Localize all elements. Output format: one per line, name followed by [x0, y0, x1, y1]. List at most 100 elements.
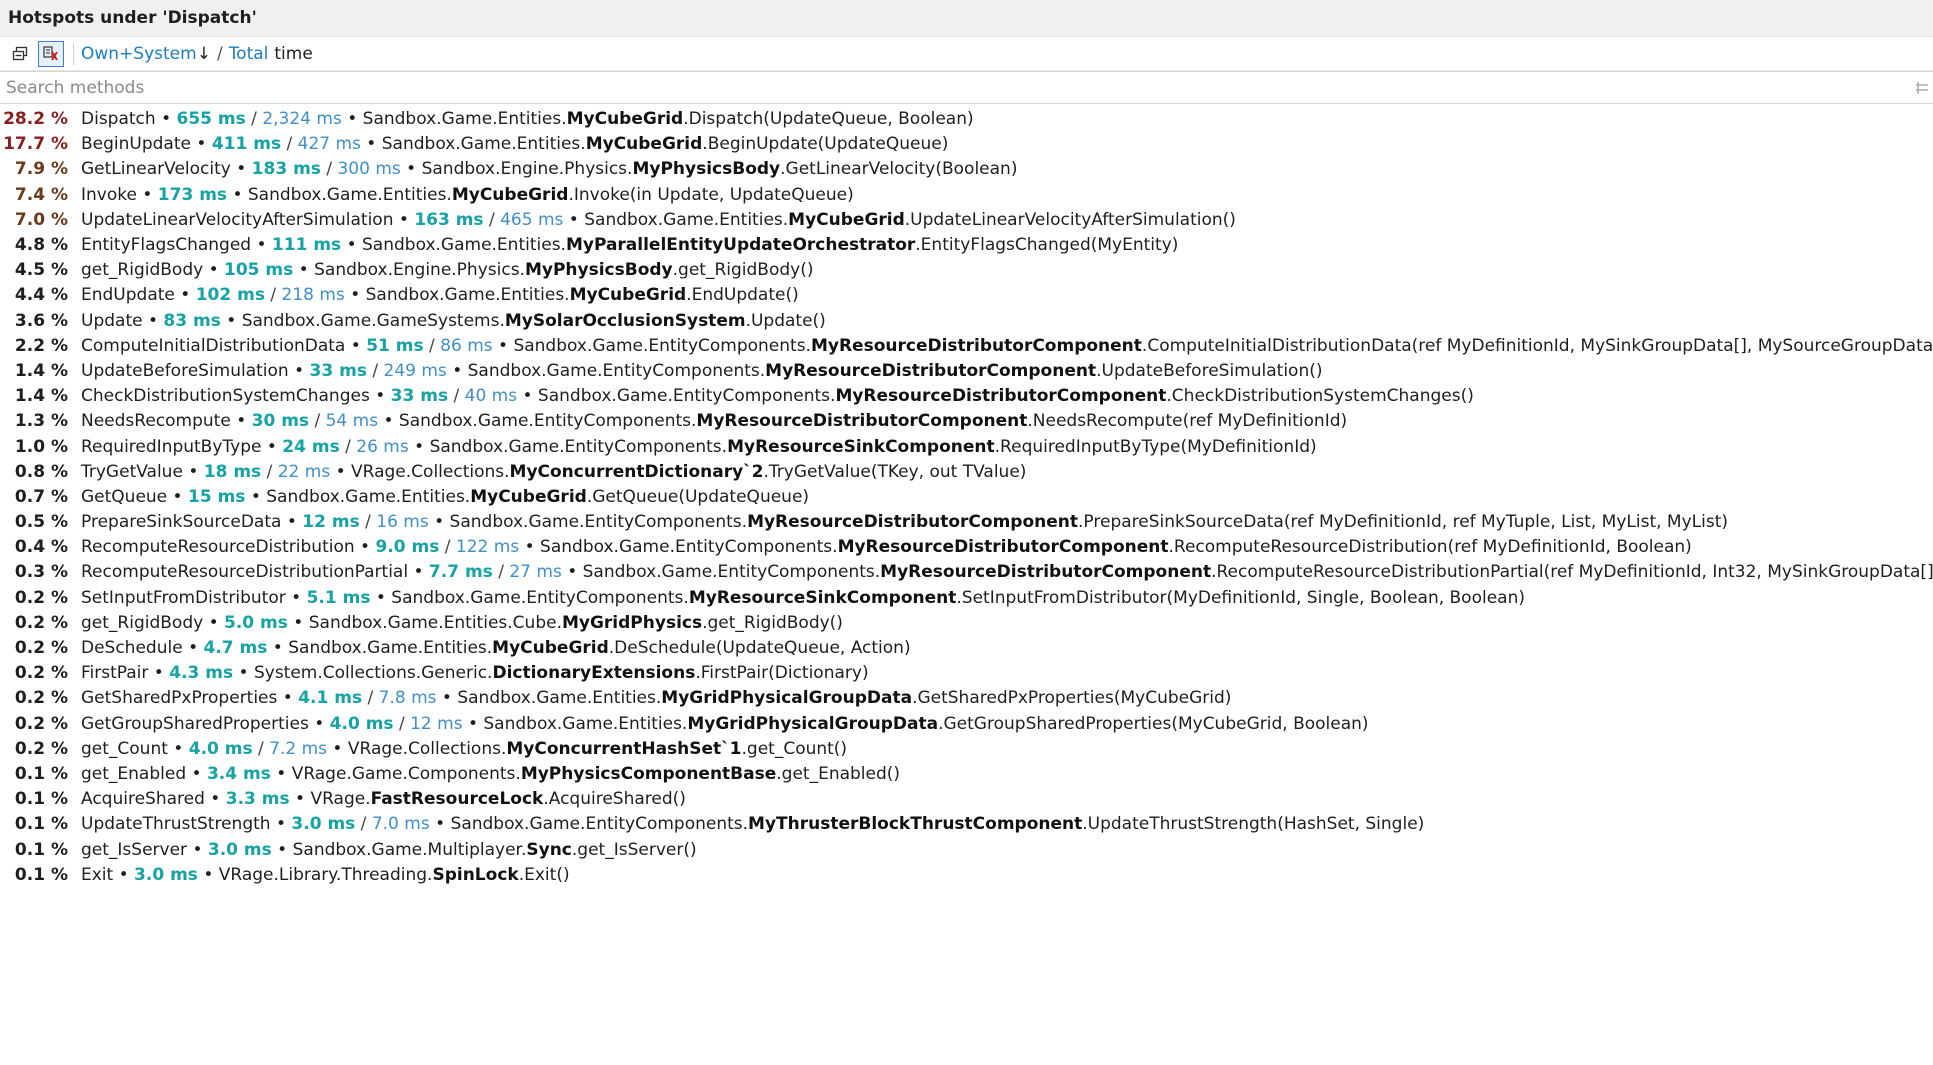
hotspot-row[interactable]: 7.0 % UpdateLinearVelocityAfterSimulation…: [0, 208, 1933, 233]
total-time: 7.2 ms: [269, 738, 328, 759]
sort-own-system-link[interactable]: Own+System↓: [81, 44, 211, 64]
hotspot-row[interactable]: 1.3 % NeedsRecompute • 30 ms / 54 ms • Sa…: [0, 409, 1933, 434]
method-signature: .UpdateThrustStrength(HashSet, Single): [1082, 814, 1425, 835]
percent-value: 0.1 %: [14, 839, 68, 860]
own-time: 102 ms: [195, 285, 265, 306]
percent-value: 17.7 %: [3, 134, 68, 155]
method-signature: .FirstPair(Dictionary): [695, 663, 869, 684]
method-signature: .EndUpdate(): [686, 285, 799, 306]
bullet-separator: •: [378, 411, 399, 432]
method-name: Invoke: [81, 184, 137, 205]
total-time: 22 ms: [277, 461, 331, 482]
percent-value: 0.2 %: [14, 713, 68, 734]
method-signature: .GetGroupSharedProperties(MyCubeGrid, Bo…: [938, 713, 1369, 734]
hotspot-row[interactable]: 0.2 % DeSchedule • 4.7 ms • Sandbox.Game.…: [0, 636, 1933, 661]
toolbar: Own+System↓ / Total time: [0, 37, 1933, 71]
percent-value: 0.2 %: [14, 688, 68, 709]
hotspot-row[interactable]: 0.3 % RecomputeResourceDistributionPartia…: [0, 560, 1933, 585]
total-time: 249 ms: [383, 360, 447, 381]
method-name: PrepareSinkSourceData: [81, 512, 282, 533]
own-time: 3.0 ms: [134, 864, 198, 885]
hotspot-row[interactable]: 0.1 % Exit • 3.0 ms • VRage.Library.Threa…: [0, 863, 1933, 888]
percent-value: 1.3 %: [14, 411, 68, 432]
class-name: MyThrusterBlockThrustComponent: [748, 814, 1083, 835]
search-bar: [0, 71, 1933, 104]
filter-system-icon: [43, 45, 58, 61]
bullet-separator: •: [203, 612, 225, 633]
hotspot-row[interactable]: 2.2 % ComputeInitialDistributionData • 51…: [0, 334, 1933, 359]
time-slash: /: [355, 814, 372, 835]
hotspot-row[interactable]: 4.5 % get_RigidBody • 105 ms • Sandbox.En…: [0, 258, 1933, 283]
class-name: MyPhysicsBody: [524, 260, 673, 281]
hotspot-row[interactable]: 4.8 % EntityFlagsChanged • 111 ms • Sandb…: [0, 233, 1933, 258]
method-name: GetLinearVelocity: [81, 159, 231, 180]
method-name: Exit: [81, 864, 114, 885]
bullet-separator: •: [400, 159, 422, 180]
hotspot-row[interactable]: 1.4 % UpdateBeforeSimulation • 33 ms / 24…: [0, 359, 1933, 384]
hotspot-row[interactable]: 4.4 % EndUpdate • 102 ms / 218 ms • Sandb…: [0, 283, 1933, 308]
namespace: Sandbox.Game.Entities.: [288, 638, 493, 659]
bullet-separator: •: [341, 235, 363, 256]
class-name: MyCubeGrid: [566, 109, 684, 130]
method-signature: .TryGetValue(TKey, out TValue): [763, 461, 1027, 482]
class-name: MyResourceDistributorComponent: [835, 386, 1167, 407]
method-signature: .RecomputeResourceDistributionPartial(re…: [1211, 562, 1933, 583]
time-slash: /: [359, 512, 377, 533]
method-info: DeSchedule • 4.7 ms • Sandbox.Game.Entit…: [81, 636, 1933, 661]
hotspot-row[interactable]: 0.1 % UpdateThrustStrength • 3.0 ms / 7.0…: [0, 812, 1933, 837]
hotspot-row[interactable]: 0.1 % get_IsServer • 3.0 ms • Sandbox.Gam…: [0, 837, 1933, 862]
sort-total-link[interactable]: Total: [229, 44, 269, 64]
hotspot-row[interactable]: 1.0 % RequiredInputByType • 24 ms / 26 ms…: [0, 434, 1933, 459]
own-time: 163 ms: [414, 209, 484, 230]
percent-value: 0.2 %: [14, 738, 68, 759]
namespace: Sandbox.Game.Entities.: [362, 235, 566, 256]
hotspot-row[interactable]: 0.2 % GetGroupSharedProperties • 4.0 ms /…: [0, 712, 1933, 737]
class-name: MyResourceDistributorComponent: [747, 512, 1079, 533]
class-name: MyCubeGrid: [492, 638, 609, 659]
bullet-separator: •: [261, 436, 283, 457]
hotspot-row[interactable]: 0.2 % get_RigidBody • 5.0 ms • Sandbox.Ga…: [0, 611, 1933, 636]
hotspot-row[interactable]: 7.9 % GetLinearVelocity • 183 ms / 300 ms…: [0, 157, 1933, 182]
own-time: 4.1 ms: [298, 688, 363, 709]
hotspot-row[interactable]: 0.2 % GetSharedPxProperties • 4.1 ms / 7.…: [0, 686, 1933, 711]
total-time: 40 ms: [464, 386, 518, 407]
percent-value: 1.4 %: [14, 360, 68, 381]
hotspot-row[interactable]: 0.5 % PrepareSinkSourceData • 12 ms / 16 …: [0, 510, 1933, 535]
hotspot-row[interactable]: 3.6 % Update • 83 ms • Sandbox.Game.GameS…: [0, 309, 1933, 334]
method-info: UpdateLinearVelocityAfterSimulation • 16…: [81, 208, 1933, 233]
own-time: 7.7 ms: [428, 562, 493, 583]
hotspot-row[interactable]: 0.2 % get_Count • 4.0 ms / 7.2 ms • VRage…: [0, 737, 1933, 762]
hotspot-row[interactable]: 17.7 % BeginUpdate • 411 ms / 427 ms • Sa…: [0, 132, 1933, 157]
total-time: 7.0 ms: [371, 814, 430, 835]
hotspot-row[interactable]: 0.8 % TryGetValue • 18 ms / 22 ms • VRage…: [0, 460, 1933, 485]
percent-value: 0.1 %: [14, 763, 68, 784]
method-info: CheckDistributionSystemChanges • 33 ms /…: [81, 384, 1933, 409]
bullet-separator: •: [227, 184, 248, 205]
class-name: MyGridPhysicalGroupData: [687, 713, 939, 734]
percent-value: 0.2 %: [14, 612, 68, 633]
hotspot-row[interactable]: 0.7 % GetQueue • 15 ms • Sandbox.Game.Ent…: [0, 485, 1933, 510]
collapse-all-button[interactable]: [7, 41, 33, 67]
hotspot-row[interactable]: 0.2 % FirstPair • 4.3 ms • System.Collect…: [0, 661, 1933, 686]
sort-down-arrow-icon: ↓: [196, 43, 211, 64]
time-slash: /: [320, 159, 338, 180]
own-time: 4.0 ms: [329, 713, 394, 734]
bullet-separator: •: [167, 738, 189, 759]
class-name: MyResourceDistributorComponent: [810, 335, 1142, 356]
hotspot-row[interactable]: 28.2 % Dispatch • 655 ms / 2,324 ms • San…: [0, 107, 1933, 132]
window-stack-icon: [12, 46, 28, 60]
hotspot-row[interactable]: 0.1 % AcquireShared • 3.3 ms • VRage.Fast…: [0, 787, 1933, 812]
bullet-separator: •: [308, 713, 330, 734]
bullet-separator: •: [281, 512, 303, 533]
hotspot-row[interactable]: 0.4 % RecomputeResourceDistribution • 9.0…: [0, 535, 1933, 560]
search-options-icon[interactable]: [1899, 74, 1933, 101]
bullet-separator: •: [190, 134, 212, 155]
hotspot-row[interactable]: 1.4 % CheckDistributionSystemChanges • 33…: [0, 384, 1933, 409]
hotspot-row[interactable]: 7.4 % Invoke • 173 ms • Sandbox.Game.Enti…: [0, 183, 1933, 208]
hotspot-row[interactable]: 0.2 % SetInputFromDistributor • 5.1 ms • …: [0, 586, 1933, 611]
filter-system-code-button[interactable]: [38, 40, 64, 67]
bullet-separator: •: [289, 789, 311, 810]
search-input[interactable]: [0, 73, 1899, 102]
namespace: Sandbox.Game.Multiplayer.: [292, 839, 527, 860]
hotspot-row[interactable]: 0.1 % get_Enabled • 3.4 ms • VRage.Game.C…: [0, 762, 1933, 787]
